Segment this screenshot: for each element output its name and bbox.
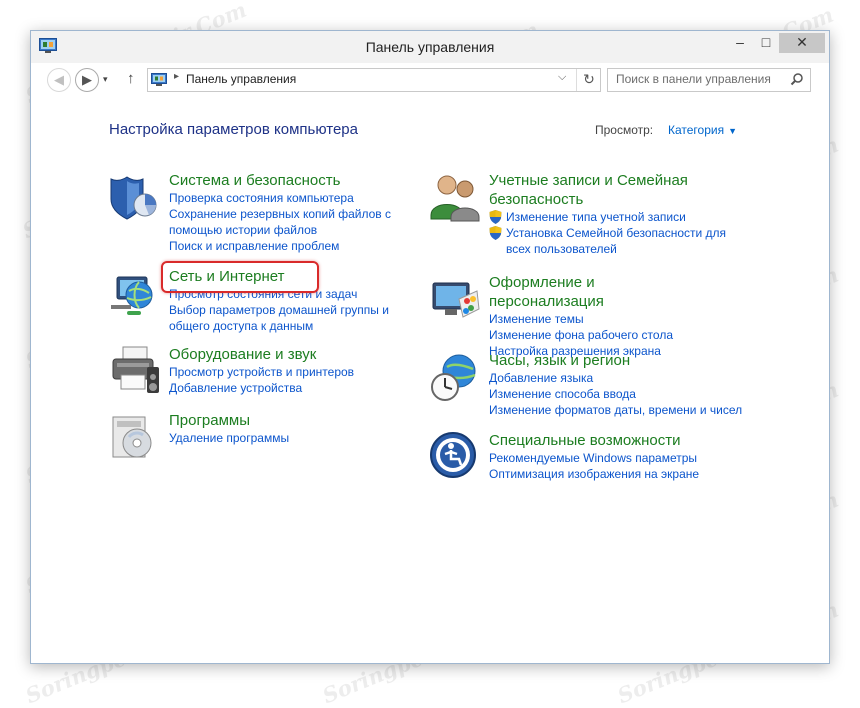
uac-shield-icon (489, 226, 502, 240)
search-box[interactable] (607, 68, 811, 92)
category-title[interactable]: Оборудование и звук (169, 345, 354, 364)
page-title: Настройка параметров компьютера (109, 121, 358, 138)
uac-shield-icon (489, 210, 502, 224)
link-add-device[interactable]: Добавление устройства (169, 380, 354, 396)
link-optimize-display[interactable]: Оптимизация изображения на экране (489, 466, 699, 482)
shield-chart-icon[interactable] (109, 171, 161, 223)
globe-network-icon[interactable] (109, 267, 161, 319)
users-icon[interactable] (429, 171, 481, 223)
view-by-value[interactable]: Категория (668, 123, 724, 137)
minimize-button[interactable]: – (727, 33, 753, 53)
title-bar[interactable]: Панель управления – □ ✕ (31, 31, 829, 63)
link-network-status[interactable]: Просмотр состояния сети и задач (169, 286, 389, 302)
link-family-safety[interactable]: Установка Семейной безопасности для (489, 225, 726, 241)
view-by-dropdown[interactable]: Категория ▼ (668, 123, 737, 137)
link-change-account-type[interactable]: Изменение типа учетной записи (489, 209, 726, 225)
control-panel-window: Панель управления – □ ✕ ◀ ▶ ▾ ↑ ▸ Панель… (30, 30, 830, 664)
link-homegroup-cont[interactable]: общего доступа к данным (169, 318, 389, 334)
up-button[interactable]: ↑ (127, 70, 135, 87)
address-bar[interactable]: ▸ Панель управления ⌵ ↻ (147, 68, 601, 92)
window-title: Панель управления (365, 39, 495, 55)
link-label[interactable]: Изменение типа учетной записи (506, 210, 686, 224)
search-icon[interactable] (790, 72, 804, 86)
link-label[interactable]: Установка Семейной безопасности для (506, 226, 726, 240)
category-title[interactable]: Сеть и Интернет (169, 267, 389, 286)
link-change-input[interactable]: Изменение способа ввода (489, 386, 742, 402)
breadcrumb-location[interactable]: Панель управления (186, 72, 296, 86)
breadcrumb-separator-icon[interactable]: ▸ (174, 71, 179, 82)
accessibility-icon[interactable] (429, 431, 481, 483)
back-button[interactable]: ◀ (47, 68, 71, 92)
link-change-formats[interactable]: Изменение форматов даты, времени и чисел (489, 402, 742, 418)
search-input[interactable] (616, 72, 786, 86)
link-change-background[interactable]: Изменение фона рабочего стола (489, 327, 673, 343)
printer-icon[interactable] (109, 345, 161, 397)
recent-locations-button[interactable]: ▾ (103, 74, 108, 85)
link-add-language[interactable]: Добавление языка (489, 370, 742, 386)
link-change-theme[interactable]: Изменение темы (489, 311, 673, 327)
category-title[interactable]: Учетные записи и Семейная (489, 171, 726, 190)
view-by-label: Просмотр: (595, 123, 654, 137)
address-dropdown-button[interactable]: ⌵ (558, 71, 566, 84)
refresh-button[interactable]: ↻ (576, 69, 601, 91)
category-title[interactable]: Система и безопасность (169, 171, 391, 190)
link-check-status[interactable]: Проверка состояния компьютера (169, 190, 391, 206)
link-backup-files[interactable]: Сохранение резервных копий файлов с (169, 206, 391, 222)
category-title[interactable]: Программы (169, 411, 289, 430)
link-troubleshoot[interactable]: Поиск и исправление проблем (169, 238, 391, 254)
maximize-button[interactable]: □ (753, 33, 779, 53)
programs-disc-icon[interactable] (109, 411, 161, 463)
category-title-cont[interactable]: безопасность (489, 190, 726, 209)
monitor-palette-icon[interactable] (429, 273, 481, 325)
link-backup-files-cont[interactable]: помощью истории файлов (169, 222, 391, 238)
link-label[interactable]: всех пользователей (506, 242, 617, 256)
link-family-safety-cont[interactable]: всех пользователей (489, 241, 726, 257)
close-button[interactable]: ✕ (779, 33, 825, 53)
link-recommended-settings[interactable]: Рекомендуемые Windows параметры (489, 450, 699, 466)
link-uninstall[interactable]: Удаление программы (169, 430, 289, 446)
control-panel-icon (151, 73, 167, 86)
clock-globe-icon[interactable] (429, 351, 481, 403)
forward-button[interactable]: ▶ (75, 68, 99, 92)
category-title[interactable]: Оформление и персонализация (489, 273, 673, 311)
dropdown-arrow-icon[interactable]: ▼ (728, 126, 737, 136)
navigation-bar: ◀ ▶ ▾ ↑ ▸ Панель управления ⌵ ↻ (31, 65, 829, 95)
link-homegroup[interactable]: Выбор параметров домашней группы и (169, 302, 389, 318)
category-title[interactable]: Часы, язык и регион (489, 351, 742, 370)
category-title[interactable]: Специальные возможности (489, 431, 699, 450)
link-devices-printers[interactable]: Просмотр устройств и принтеров (169, 364, 354, 380)
